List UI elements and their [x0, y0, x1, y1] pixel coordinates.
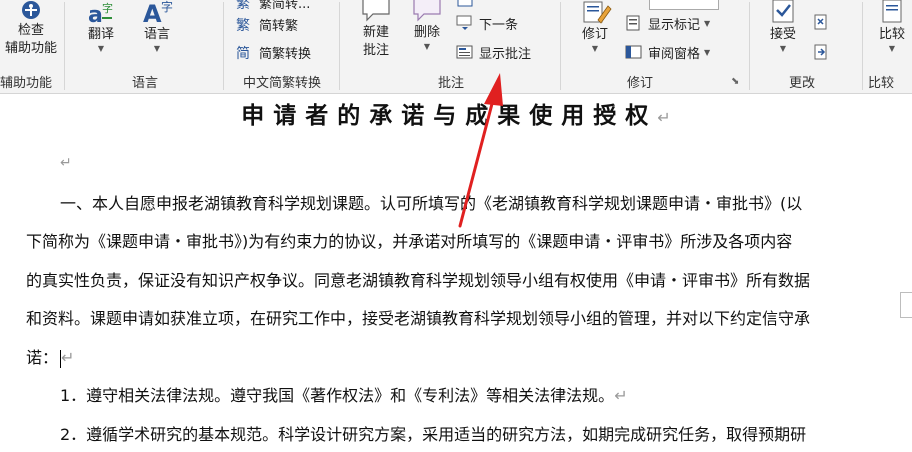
annotation-arrow	[458, 73, 503, 228]
